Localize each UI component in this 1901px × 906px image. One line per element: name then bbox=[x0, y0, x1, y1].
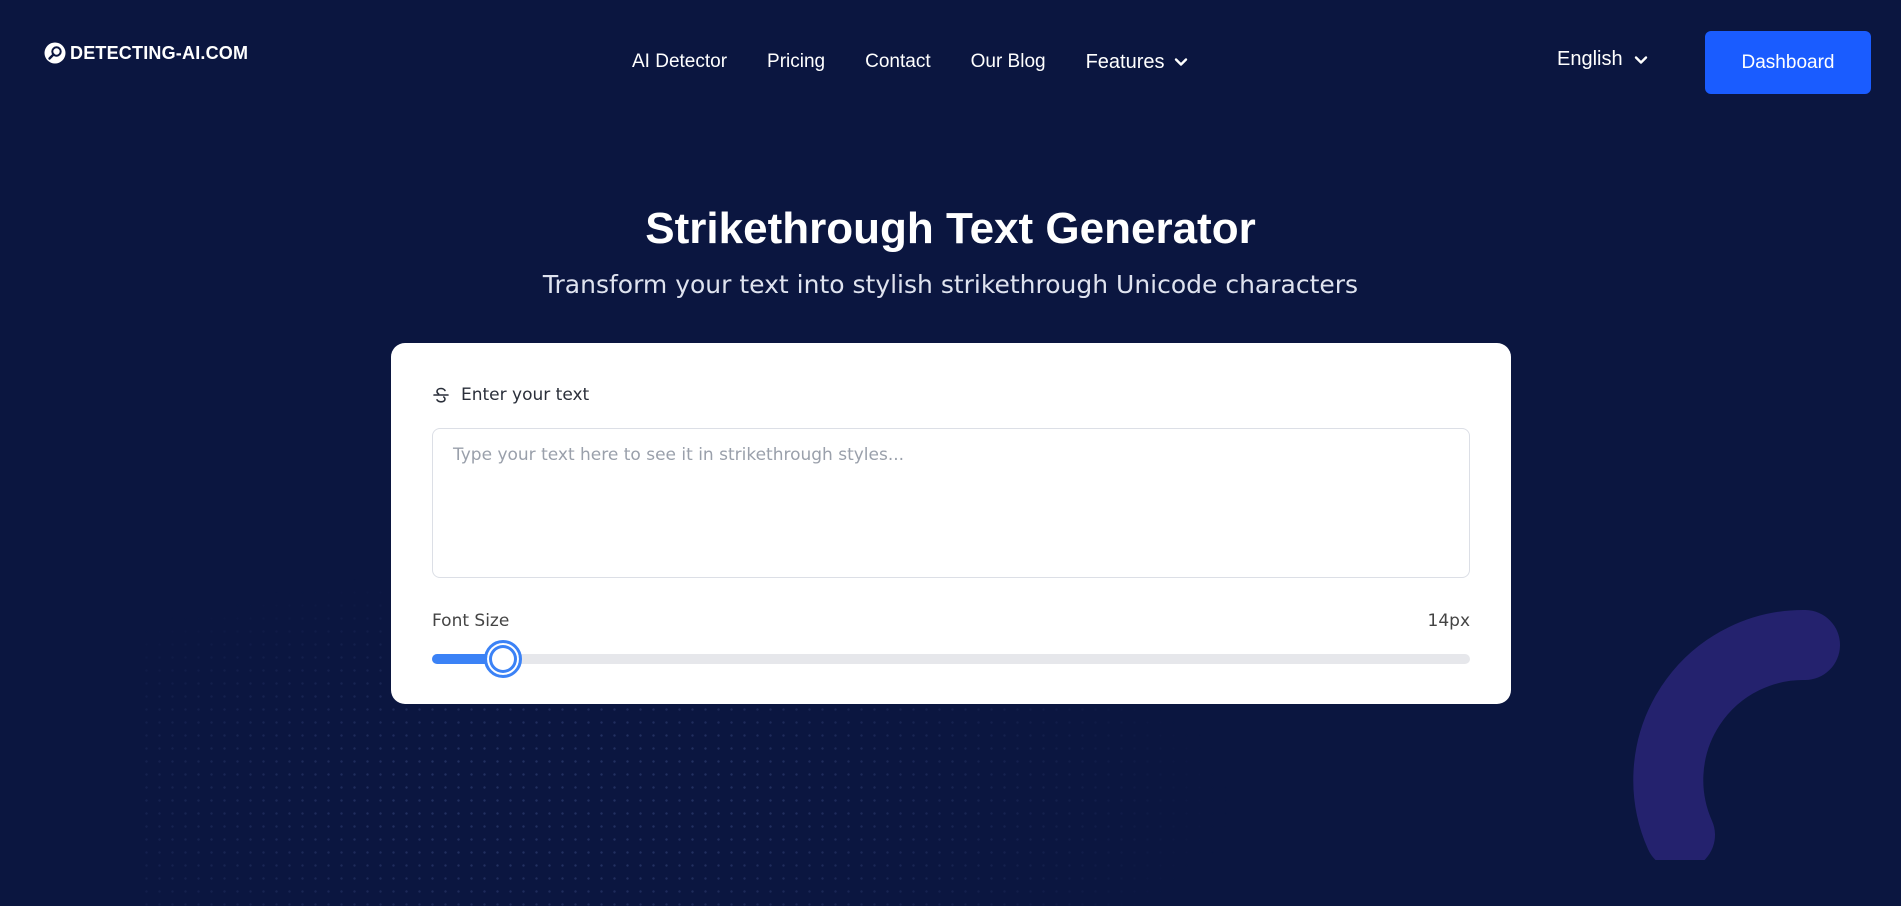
font-size-value: 14px bbox=[1427, 611, 1470, 631]
nav-our-blog[interactable]: Our Blog bbox=[971, 51, 1046, 73]
font-size-label: Font Size bbox=[432, 611, 510, 631]
font-size-slider[interactable] bbox=[432, 640, 1470, 678]
main-nav: AI Detector Pricing Contact Our Blog Fea… bbox=[632, 50, 1229, 74]
language-label: English bbox=[1557, 48, 1623, 70]
page-title: Strikethrough Text Generator bbox=[645, 204, 1256, 253]
input-label: Enter your text bbox=[461, 385, 590, 405]
dashboard-button[interactable]: Dashboard bbox=[1705, 31, 1871, 94]
site-logo[interactable]: DETECTING-AI.COM bbox=[44, 42, 248, 64]
nav-contact[interactable]: Contact bbox=[865, 51, 930, 73]
nav-ai-detector[interactable]: AI Detector bbox=[632, 51, 727, 73]
strikethrough-icon bbox=[433, 387, 449, 403]
nav-pricing[interactable]: Pricing bbox=[767, 51, 825, 73]
chevron-down-icon bbox=[1174, 58, 1187, 66]
generator-card: Enter your text Font Size 14px bbox=[391, 343, 1511, 704]
page-subtitle: Transform your text into stylish striket… bbox=[542, 270, 1359, 299]
nav-features-label: Features bbox=[1085, 50, 1165, 73]
nav-features-dropdown[interactable]: Features bbox=[1086, 51, 1189, 74]
input-label-row: Enter your text bbox=[431, 385, 589, 405]
decorative-arc bbox=[1633, 609, 1840, 860]
language-selector[interactable]: English bbox=[1557, 48, 1649, 71]
chevron-down-icon bbox=[1634, 55, 1647, 64]
text-input[interactable] bbox=[432, 428, 1470, 578]
font-size-slider-thumb[interactable] bbox=[483, 640, 522, 678]
logo-text: DETECTING-AI.COM bbox=[70, 42, 249, 63]
magnifier-logo-icon bbox=[44, 42, 66, 64]
